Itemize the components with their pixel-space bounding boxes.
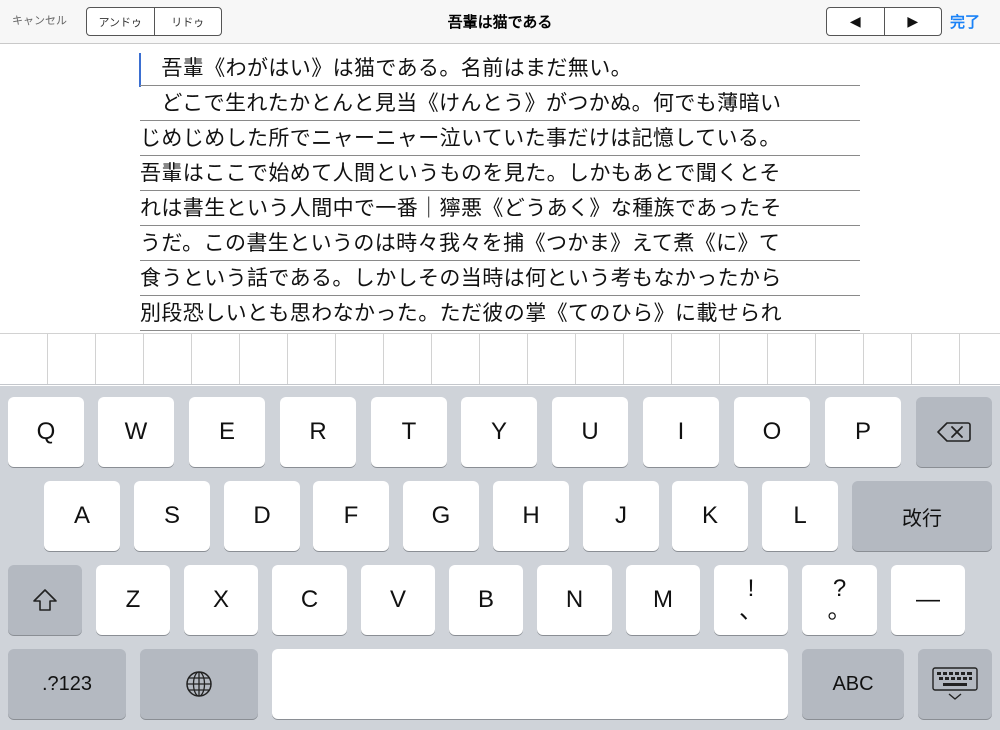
text-line: 吾輩はここで始めて人間というものを見た。しかもあとで聞くとそ <box>140 156 860 191</box>
key-w[interactable]: W <box>98 397 174 467</box>
text-line: うだ。この書生というのは時々我々を捕《つかま》えて煮《に》て <box>140 226 860 261</box>
key-p[interactable]: P <box>825 397 901 467</box>
return-key[interactable]: 改行 <box>852 481 992 551</box>
key-j[interactable]: J <box>583 481 659 551</box>
candidate-slot[interactable] <box>480 334 528 384</box>
key-l[interactable]: L <box>762 481 838 551</box>
keyboard-hide-icon <box>932 667 978 701</box>
key-z[interactable]: Z <box>96 565 170 635</box>
key-q[interactable]: Q <box>8 397 84 467</box>
key-h[interactable]: H <box>493 481 569 551</box>
candidate-slot[interactable] <box>768 334 816 384</box>
candidate-slot[interactable] <box>0 334 48 384</box>
key-c[interactable]: C <box>272 565 347 635</box>
candidate-slot[interactable] <box>624 334 672 384</box>
return-key-label: 改行 <box>902 507 942 530</box>
globe-icon <box>185 670 213 698</box>
key-question-bottom: 。 <box>827 597 852 624</box>
key-k[interactable]: K <box>672 481 748 551</box>
candidate-slot[interactable] <box>96 334 144 384</box>
key-t[interactable]: T <box>371 397 447 467</box>
hide-keyboard-key[interactable] <box>918 649 992 719</box>
key-m[interactable]: M <box>626 565 700 635</box>
candidate-slot[interactable] <box>240 334 288 384</box>
cursor-navigation-control: ◀ ▶ <box>826 7 942 36</box>
key-r[interactable]: R <box>280 397 356 467</box>
key-n[interactable]: N <box>537 565 612 635</box>
text-line: 別段恐しいとも思わなかった。ただ彼の掌《てのひら》に載せられ <box>140 296 860 331</box>
key-exclamation[interactable]: ! 、 <box>714 565 788 635</box>
candidate-slot[interactable] <box>672 334 720 384</box>
key-b[interactable]: B <box>449 565 523 635</box>
candidate-slot[interactable] <box>384 334 432 384</box>
abc-key[interactable]: ABC <box>802 649 904 719</box>
key-s[interactable]: S <box>134 481 210 551</box>
text-line: 食うという話である。しかしその当時は何という考もなかったから <box>140 261 860 296</box>
editor-toolbar: キャンセル アンドゥ リドゥ 吾輩は猫である ◀ ▶ 完了 <box>0 0 1000 44</box>
key-i[interactable]: I <box>643 397 719 467</box>
candidate-slot[interactable] <box>48 334 96 384</box>
cancel-button[interactable]: キャンセル <box>12 12 67 28</box>
key-d[interactable]: D <box>224 481 300 551</box>
text-line: どこで生れたかとんと見当《けんとう》がつかぬ。何でも薄暗い <box>140 86 860 121</box>
software-keyboard: Q W E R T Y U I O P A S D F G H J K L 改行… <box>0 386 1000 730</box>
candidate-slot[interactable] <box>432 334 480 384</box>
next-button[interactable]: ▶ <box>883 8 942 35</box>
key-u[interactable]: U <box>552 397 628 467</box>
globe-key[interactable] <box>140 649 258 719</box>
candidate-slot[interactable] <box>960 334 1000 384</box>
shift-key[interactable] <box>8 565 82 635</box>
candidate-slot[interactable] <box>864 334 912 384</box>
numbers-key[interactable]: .?123 <box>8 649 126 719</box>
text-line: じめじめした所でニャーニャー泣いていた事だけは記憶している。 <box>140 121 860 156</box>
key-exclamation-bottom: 、 <box>739 597 763 624</box>
candidate-slot[interactable] <box>720 334 768 384</box>
text-area[interactable]: 吾輩《わがはい》は猫である。名前はまだ無い。 どこで生れたかとんと見当《けんとう… <box>140 51 860 331</box>
done-button[interactable]: 完了 <box>950 11 980 32</box>
candidate-slot[interactable] <box>912 334 960 384</box>
space-key[interactable] <box>272 649 788 719</box>
undo-redo-control: アンドゥ リドゥ <box>86 7 222 36</box>
key-y[interactable]: Y <box>461 397 537 467</box>
key-f[interactable]: F <box>313 481 389 551</box>
key-e[interactable]: E <box>189 397 265 467</box>
text-line: れは書生という人間中で一番｜獰悪《どうあく》な種族であったそ <box>140 191 860 226</box>
candidate-bar <box>0 333 1000 385</box>
undo-button[interactable]: アンドゥ <box>87 8 154 35</box>
key-question[interactable]: ? 。 <box>802 565 877 635</box>
text-line: 吾輩《わがはい》は猫である。名前はまだ無い。 <box>140 51 860 86</box>
key-o[interactable]: O <box>734 397 810 467</box>
numbers-key-label: .?123 <box>41 672 93 695</box>
candidate-slot[interactable] <box>576 334 624 384</box>
candidate-slot[interactable] <box>528 334 576 384</box>
key-v[interactable]: V <box>361 565 435 635</box>
previous-button[interactable]: ◀ <box>827 8 884 35</box>
candidate-slot[interactable] <box>192 334 240 384</box>
candidate-slot[interactable] <box>336 334 384 384</box>
text-editor[interactable]: 吾輩《わがはい》は猫である。名前はまだ無い。 どこで生れたかとんと見当《けんとう… <box>0 45 1000 333</box>
key-a[interactable]: A <box>44 481 120 551</box>
key-dash[interactable]: — <box>891 565 965 635</box>
candidate-slot[interactable] <box>288 334 336 384</box>
key-g[interactable]: G <box>403 481 479 551</box>
shift-icon <box>32 588 58 612</box>
candidate-slot[interactable] <box>816 334 864 384</box>
abc-key-label: ABC <box>832 672 874 695</box>
key-x[interactable]: X <box>184 565 258 635</box>
redo-button[interactable]: リドゥ <box>153 8 222 35</box>
backspace-key[interactable] <box>916 397 992 467</box>
candidate-slot[interactable] <box>144 334 192 384</box>
backspace-icon <box>937 421 971 443</box>
